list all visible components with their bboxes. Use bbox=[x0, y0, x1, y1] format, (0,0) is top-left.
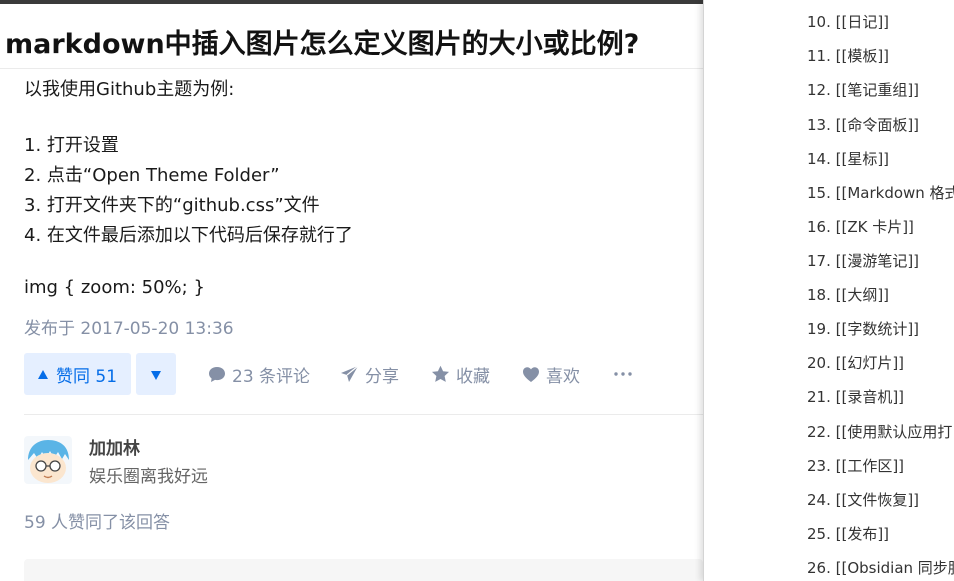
outline-item[interactable]: 21. [[录音机]] bbox=[807, 380, 904, 414]
answer-action-bar: 赞同 51 23 条评论 分享 收藏 喜欢 bbox=[24, 353, 703, 395]
outline-item[interactable]: 20. [[幻灯片]] bbox=[807, 346, 904, 380]
outline-item[interactable]: 22. [[使用默认应用打 bbox=[807, 415, 952, 449]
favorite-button[interactable]: 收藏 bbox=[431, 353, 490, 395]
author-bio: 娱乐圈离我好远 bbox=[89, 467, 208, 487]
answer-step-4: 4. 在文件最后添加以下代码后保存就行了 bbox=[24, 225, 353, 246]
favorite-label: 收藏 bbox=[456, 366, 490, 387]
outline-panel: 10. [[日记]] 11. [[模板]] 12. [[笔记重组]] 13. [… bbox=[703, 0, 954, 581]
paper-plane-icon bbox=[340, 365, 359, 383]
outline-item[interactable]: 16. [[ZK 卡片]] bbox=[807, 210, 914, 244]
author-name[interactable]: 加加林 bbox=[89, 434, 140, 459]
outline-item[interactable]: 12. [[笔记重组]] bbox=[807, 73, 919, 107]
outline-item[interactable]: 15. [[Markdown 格式 bbox=[807, 176, 954, 210]
answer-intro: 以我使用Github主题为例: bbox=[24, 79, 235, 100]
publish-time[interactable]: 发布于 2017-05-20 13:36 bbox=[24, 314, 234, 339]
share-button[interactable]: 分享 bbox=[340, 353, 399, 395]
triangle-up-icon bbox=[37, 364, 48, 384]
comments-label: 23 条评论 bbox=[232, 366, 311, 387]
section-divider bbox=[24, 414, 703, 415]
outline-item[interactable]: 14. [[星标]] bbox=[807, 142, 889, 176]
outline-item[interactable]: 10. [[日记]] bbox=[807, 5, 889, 39]
avatar[interactable] bbox=[24, 436, 72, 484]
outline-item[interactable]: 17. [[漫游笔记]] bbox=[807, 244, 919, 278]
more-icon bbox=[614, 372, 632, 376]
answer-step-3: 3. 打开文件夹下的“github.css”文件 bbox=[24, 195, 320, 216]
star-icon bbox=[431, 365, 450, 383]
answer-step-1: 1. 打开设置 bbox=[24, 135, 119, 156]
outline-item[interactable]: 18. [[大纲]] bbox=[807, 278, 889, 312]
answer-step-2: 2. 点击“Open Theme Folder” bbox=[24, 165, 280, 186]
outline-item[interactable]: 23. [[工作区]] bbox=[807, 449, 904, 483]
outline-item[interactable]: 26. [[Obsidian 同步服 bbox=[807, 551, 954, 581]
upvote-count-text[interactable]: 59 人赞同了该回答 bbox=[24, 508, 170, 533]
outline-item[interactable]: 25. [[发布]] bbox=[807, 517, 889, 551]
comment-bubble-icon bbox=[208, 366, 226, 383]
like-button[interactable]: 喜欢 bbox=[522, 353, 580, 395]
question-title[interactable]: markdown中插入图片怎么定义图片的大小或比例? bbox=[5, 22, 639, 61]
comments-button[interactable]: 23 条评论 bbox=[208, 353, 310, 395]
heart-icon bbox=[522, 366, 540, 383]
more-button[interactable] bbox=[614, 353, 632, 395]
comment-box bbox=[24, 559, 703, 581]
outline-item[interactable]: 24. [[文件恢复]] bbox=[807, 483, 919, 517]
triangle-down-icon bbox=[151, 365, 161, 384]
answer-code-line: img { zoom: 50%; } bbox=[24, 277, 205, 298]
outline-item[interactable]: 19. [[字数统计]] bbox=[807, 312, 919, 346]
share-label: 分享 bbox=[365, 366, 399, 387]
outline-item[interactable]: 13. [[命令面板]] bbox=[807, 108, 919, 142]
like-label: 喜欢 bbox=[546, 366, 580, 387]
outline-item[interactable]: 11. [[模板]] bbox=[807, 39, 889, 73]
upvote-label: 赞同 51 bbox=[55, 366, 118, 387]
downvote-button[interactable] bbox=[136, 353, 176, 395]
answer-pane: markdown中插入图片怎么定义图片的大小或比例? 以我使用Github主题为… bbox=[0, 4, 703, 581]
title-divider bbox=[0, 68, 703, 69]
upvote-button[interactable]: 赞同 51 bbox=[24, 353, 131, 395]
